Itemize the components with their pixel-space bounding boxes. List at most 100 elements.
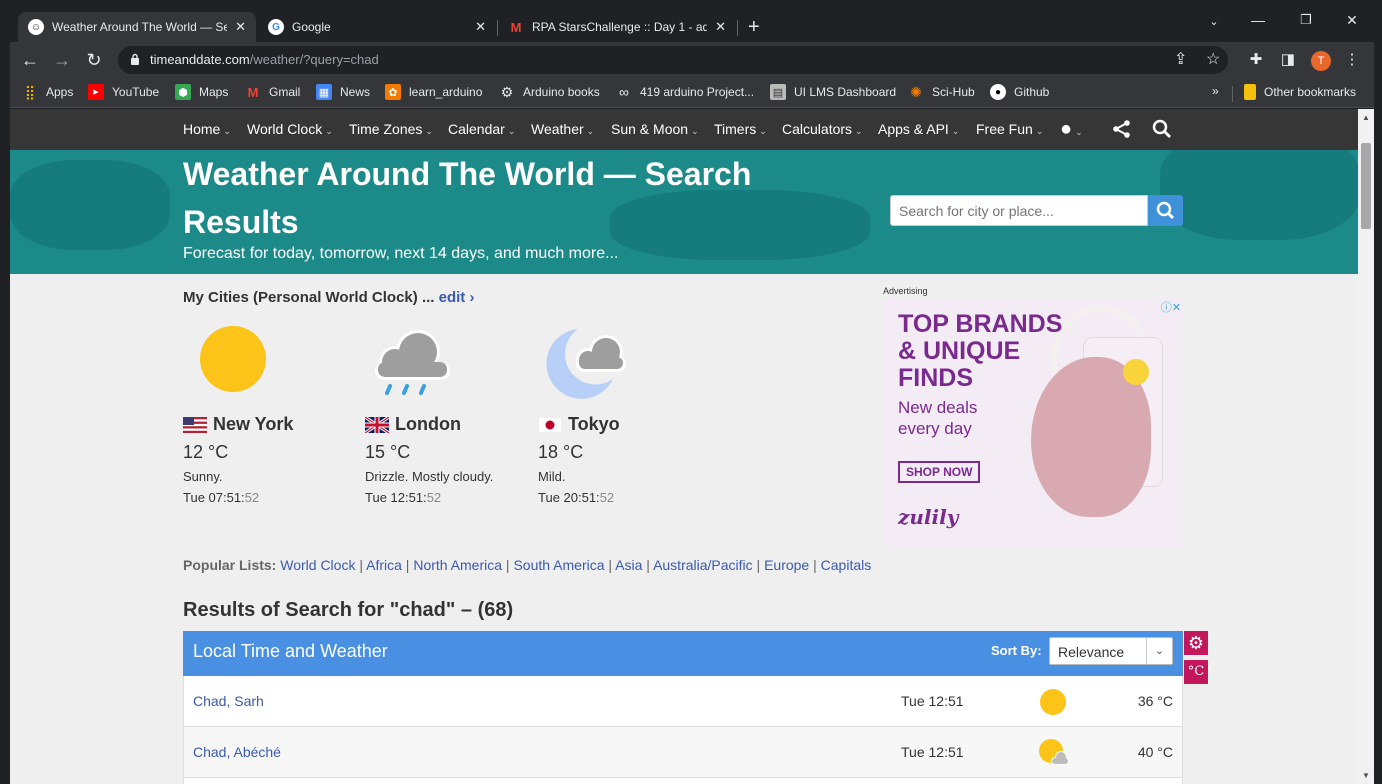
results-table-header: Local Time and Weather Sort By: Relevanc… <box>183 631 1183 676</box>
sort-select[interactable]: Relevance ⌄ <box>1049 637 1173 665</box>
tab-search-icon[interactable]: ⌄ <box>1194 15 1234 28</box>
search-icon[interactable] <box>1152 119 1172 139</box>
close-tab-icon[interactable]: ✕ <box>475 19 486 35</box>
other-bookmarks[interactable]: Other bookmarks <box>1244 84 1356 100</box>
nav-apps-api[interactable]: Apps & API ⌄ <box>878 121 959 137</box>
profile-avatar[interactable]: T <box>1311 51 1331 71</box>
result-city-link[interactable]: Chad, Abéché <box>193 744 281 760</box>
popular-link-world-clock[interactable]: World Clock <box>280 557 355 573</box>
tab-title: Weather Around The World — Se <box>52 20 228 34</box>
bookmark-arduino-projects[interactable]: ∞ 419 arduino Project... <box>616 84 754 100</box>
nav-timers[interactable]: Timers ⌄ <box>714 121 767 137</box>
browser-window: ☺ Weather Around The World — Se ✕ G Goog… <box>10 8 1374 784</box>
folder-icon <box>1244 84 1256 100</box>
city-search-input[interactable] <box>890 195 1148 226</box>
bookmark-arduino-books[interactable]: ⚙ Arduino books <box>499 84 600 100</box>
bookmark-maps[interactable]: ⬢ Maps <box>175 84 228 100</box>
bookmark-news[interactable]: ▦ News <box>316 84 370 100</box>
popular-link-africa[interactable]: Africa <box>366 557 402 573</box>
tab-rpa[interactable]: M RPA StarsChallenge :: Day 1 - ada ✕ <box>498 12 736 42</box>
nav-sun-moon[interactable]: Sun & Moon ⌄ <box>611 121 699 137</box>
nav-home[interactable]: Home ⌄ <box>183 121 231 137</box>
url-text[interactable]: timeanddate.com/weather/?query=chad <box>150 52 379 67</box>
ad-shop-now-button[interactable]: SHOP NOW <box>898 461 981 483</box>
results-table: Local Time and Weather Sort By: Relevanc… <box>183 631 1183 784</box>
city-search-button[interactable] <box>1148 195 1183 226</box>
result-time: Tue 12:51 <box>901 693 964 709</box>
adchoices-icon[interactable]: ⓘ✕ <box>1161 299 1181 315</box>
city-desc: Sunny. <box>183 469 223 484</box>
popular-link-north-america[interactable]: North America <box>413 557 502 573</box>
city-card-tokyo[interactable]: Tokyo 18 °C Mild. Tue 20:51:52 <box>538 324 718 505</box>
close-window-icon[interactable]: ✕ <box>1332 12 1372 29</box>
result-city-link[interactable]: Chad, Sarh <box>193 693 264 709</box>
gmail-favicon-icon: M <box>510 19 522 35</box>
extensions-icon[interactable]: ✚ <box>1244 48 1268 72</box>
nav-calculators[interactable]: Calculators ⌄ <box>782 121 863 137</box>
gmail-icon: M <box>247 84 259 100</box>
close-tab-icon[interactable]: ✕ <box>235 19 246 35</box>
tab-bar: ☺ Weather Around The World — Se ✕ G Goog… <box>10 8 1374 42</box>
scroll-up-icon[interactable]: ▲ <box>1358 113 1374 122</box>
nav-time-zones[interactable]: Time Zones ⌄ <box>349 121 433 137</box>
popular-link-europe[interactable]: Europe <box>764 557 809 573</box>
restore-icon[interactable]: ❐ <box>1286 12 1326 28</box>
city-desc: Drizzle. Mostly cloudy. <box>365 469 494 484</box>
popular-link-capitals[interactable]: Capitals <box>821 557 872 573</box>
city-name[interactable]: New York <box>213 414 293 435</box>
back-icon[interactable]: ← <box>18 48 42 72</box>
share-icon[interactable] <box>1112 119 1132 139</box>
nav-calendar[interactable]: Calendar ⌄ <box>448 121 515 137</box>
settings-gear-icon[interactable]: ⚙ <box>1184 631 1208 655</box>
tab-separator <box>737 20 738 36</box>
arduino-learn-icon: ✿ <box>385 84 401 100</box>
bookmark-github[interactable]: ● Github <box>990 84 1049 100</box>
tab-title: RPA StarsChallenge :: Day 1 - ada <box>532 20 708 34</box>
bookmark-youtube[interactable]: ▶ YouTube <box>88 84 159 100</box>
moon-cloud-icon <box>546 329 626 399</box>
tab-weather[interactable]: ☺ Weather Around The World — Se ✕ <box>18 12 256 42</box>
side-panel-icon[interactable]: ◨ <box>1276 48 1300 72</box>
table-row[interactable]: Chad, Sarh Tue 12:51 36 °C <box>183 676 1183 727</box>
nav-free-fun[interactable]: Free Fun ⌄ <box>976 121 1043 137</box>
city-temp: 15 °C <box>365 442 411 462</box>
bookmark-apps[interactable]: ⣿ Apps <box>22 84 74 100</box>
city-name[interactable]: London <box>395 414 461 435</box>
city-desc: Mild. <box>538 469 566 484</box>
table-row[interactable]: Chad, Abéché Tue 12:51 40 °C <box>183 727 1183 778</box>
hero-banner: Weather Around The World — Search Result… <box>10 150 1358 274</box>
page-scrollbar[interactable]: ▲ ▼ <box>1358 109 1374 784</box>
edit-cities-link[interactable]: edit › <box>439 289 475 306</box>
reload-icon[interactable]: ↻ <box>82 48 106 72</box>
nav-weather[interactable]: Weather ⌄ <box>531 121 594 137</box>
bookmark-ui-lms[interactable]: ▤ UI LMS Dashboard <box>770 84 896 100</box>
bookmark-gmail[interactable]: M Gmail <box>245 84 301 100</box>
browser-toolbar: ← → ↻ timeanddate.com/weather/?query=cha… <box>10 42 1374 78</box>
address-bar[interactable]: timeanddate.com/weather/?query=chad ⇪ ☆ <box>118 46 1228 74</box>
puzzle-icon: ⚙ <box>500 83 514 100</box>
tab-google[interactable]: G Google ✕ <box>258 12 496 42</box>
nav-world-clock[interactable]: World Clock ⌄ <box>247 121 333 137</box>
ad-banner[interactable]: TOP BRANDS & UNIQUE FINDS New deals ever… <box>883 297 1183 547</box>
city-card-new-york[interactable]: New York 12 °C Sunny. Tue 07:51:52 <box>183 324 363 505</box>
unit-toggle-button[interactable]: °C <box>1184 660 1208 684</box>
new-tab-icon[interactable]: + <box>742 12 772 42</box>
scrollbar-thumb[interactable] <box>1361 143 1371 229</box>
share-icon[interactable]: ⇪ <box>1174 49 1187 69</box>
bookmark-learn-arduino[interactable]: ✿ learn_arduino <box>385 84 482 100</box>
city-name[interactable]: Tokyo <box>568 414 620 435</box>
forward-icon[interactable]: → <box>50 48 74 72</box>
menu-icon[interactable]: ⋮ <box>1340 48 1364 72</box>
scroll-down-icon[interactable]: ▼ <box>1358 771 1374 780</box>
close-tab-icon[interactable]: ✕ <box>715 19 726 35</box>
popular-link-south-america[interactable]: South America <box>513 557 604 573</box>
minimize-icon[interactable]: — <box>1238 12 1278 28</box>
account-icon[interactable]: ● ⌄ <box>1060 118 1083 141</box>
popular-link-australia-pacific[interactable]: Australia/Pacific <box>653 557 753 573</box>
bookmark-star-icon[interactable]: ☆ <box>1206 49 1220 69</box>
city-card-london[interactable]: London 15 °C Drizzle. Mostly cloudy. Tue… <box>365 324 545 505</box>
bookmarks-overflow-icon[interactable]: » <box>1212 84 1219 98</box>
bookmark-scihub[interactable]: ✺ Sci-Hub <box>908 84 975 100</box>
lms-icon: ▤ <box>770 84 786 100</box>
popular-link-asia[interactable]: Asia <box>615 557 642 573</box>
